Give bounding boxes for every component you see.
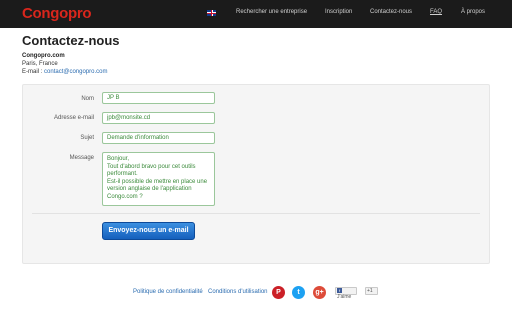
company-email-line: E-mail : contact@congopro.com — [22, 69, 107, 75]
company-name: Congopro.com — [22, 53, 65, 59]
message-label: Message — [69, 155, 94, 161]
name-field[interactable]: JP B — [102, 92, 215, 104]
google-plus-icon[interactable]: g+ — [313, 286, 326, 299]
privacy-policy-link[interactable]: Politique de confidentialité — [133, 289, 203, 295]
form-divider — [32, 213, 480, 214]
company-city: Paris, France — [22, 61, 58, 67]
subject-field[interactable]: Demande d'information — [102, 132, 215, 144]
twitter-icon[interactable]: t — [292, 286, 305, 299]
nav-about[interactable]: À propos — [461, 9, 485, 15]
email-field[interactable]: jpb@monsite.cd — [102, 112, 215, 124]
nav-search-companies[interactable]: Rechercher une entreprise — [236, 9, 307, 15]
top-navigation-bar: Congopro Rechercher une entreprise Inscr… — [0, 0, 512, 28]
terms-link[interactable]: Conditions d'utilisation — [208, 289, 268, 295]
facebook-like-button[interactable]: f J'aime — [335, 287, 357, 300]
email-link[interactable]: contact@congopro.com — [44, 69, 107, 75]
page-title: Contactez-nous — [22, 33, 120, 48]
nav-contact[interactable]: Contactez-nous — [370, 9, 412, 15]
email-label: E-mail : — [22, 69, 43, 75]
facebook-icon: f — [337, 288, 342, 293]
subject-label: Sujet — [80, 135, 94, 141]
nav-faq[interactable]: FAQ — [430, 9, 442, 15]
email-field-label: Adresse e-mail — [53, 115, 94, 121]
like-label: J'aime — [337, 294, 352, 300]
message-textarea[interactable]: Bonjour, Tout d'abord bravo pour cet out… — [102, 152, 215, 206]
plus-one-button[interactable]: +1 — [365, 287, 378, 295]
plus-one-label: +1 — [367, 288, 373, 294]
pinterest-icon[interactable]: P — [272, 286, 285, 299]
contact-form-panel — [22, 84, 490, 264]
nav-register[interactable]: Inscription — [325, 9, 352, 15]
uk-flag-icon[interactable] — [207, 10, 216, 16]
name-label: Nom — [81, 96, 94, 102]
congopro-logo[interactable]: Congopro — [22, 5, 92, 22]
send-email-button[interactable]: Envoyez-nous un e-mail — [102, 222, 195, 240]
